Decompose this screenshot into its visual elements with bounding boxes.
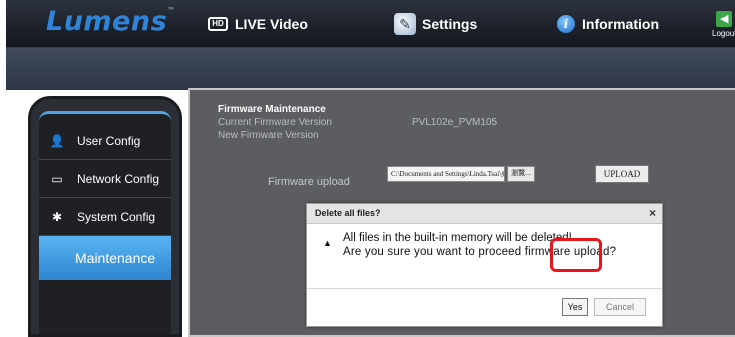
- nav-logout-label: Logout: [712, 28, 735, 38]
- sidebar-item-label: Maintenance: [75, 250, 156, 266]
- new-version-label: New Firmware Version: [218, 130, 319, 141]
- settings-icon: ✎: [394, 13, 416, 35]
- sidebar-item-network-config[interactable]: ▭ Network Config: [39, 160, 171, 198]
- logout-icon: ◀: [716, 10, 733, 27]
- warning-icon: ▲: [323, 238, 332, 248]
- nav-settings-label: Settings: [422, 16, 478, 32]
- firmware-upload-label: Firmware upload: [268, 176, 350, 188]
- user-icon: 👤: [49, 133, 65, 148]
- lumens-logo: Lumens™: [46, 6, 176, 37]
- sidebar-item-system-config[interactable]: ✱ System Config: [39, 198, 171, 236]
- sidebar-item-label: System Config: [77, 209, 156, 224]
- nav-information[interactable]: i Information: [557, 0, 659, 48]
- header-band: [6, 48, 735, 90]
- yes-button[interactable]: Yes: [562, 298, 588, 316]
- upload-button[interactable]: UPLOAD: [595, 165, 649, 183]
- sidebar-item-label: User Config: [77, 133, 141, 148]
- red-highlight-box: [550, 238, 602, 272]
- nav-live-video[interactable]: HD LIVE Video: [208, 0, 308, 48]
- dialog-header: Delete all files? ×: [307, 204, 662, 224]
- cancel-button[interactable]: Cancel: [594, 298, 646, 316]
- nav-live-video-label: LIVE Video: [235, 16, 308, 32]
- nav-settings[interactable]: ✎ Settings: [394, 0, 477, 48]
- sidebar-menu: 👤 User Config ▭ Network Config ✱ System …: [39, 111, 171, 334]
- dialog-message-line1: All files in the built-in memory will be…: [343, 232, 572, 244]
- sidebar-item-maintenance[interactable]: Maintenance: [39, 236, 171, 280]
- logo-text: Lumens: [46, 6, 168, 37]
- delete-files-dialog: Delete all files? × ▲ All files in the b…: [306, 203, 663, 327]
- gear-icon: ✱: [51, 209, 63, 224]
- info-icon: i: [557, 15, 575, 33]
- firmware-title: Firmware Maintenance: [218, 104, 326, 115]
- sidebar-item-user-config[interactable]: 👤 User Config: [39, 122, 171, 160]
- top-nav-bar: Lumens™ HD LIVE Video ✎ Settings i Infor…: [6, 0, 735, 48]
- sidebar-frame: 👤 User Config ▭ Network Config ✱ System …: [28, 96, 182, 337]
- hd-video-icon: HD: [208, 17, 228, 31]
- sidebar-item-label: Network Config: [77, 171, 160, 186]
- nav-logout[interactable]: ◀ Logout: [712, 0, 735, 48]
- current-version-label: Current Firmware Version: [218, 117, 332, 128]
- current-version-value: PVL102e_PVM105: [412, 117, 498, 128]
- dialog-title: Delete all files?: [315, 208, 381, 218]
- file-path-input[interactable]: C:\Documents and Settings\Linda.Tsai\桌面\: [387, 166, 505, 182]
- monitor-icon: ▭: [51, 171, 63, 186]
- close-icon[interactable]: ×: [649, 206, 656, 220]
- browse-button[interactable]: 瀏覽...: [507, 166, 535, 182]
- logo-trademark: ™: [167, 6, 176, 15]
- nav-information-label: Information: [582, 16, 659, 32]
- dialog-divider: [307, 288, 662, 289]
